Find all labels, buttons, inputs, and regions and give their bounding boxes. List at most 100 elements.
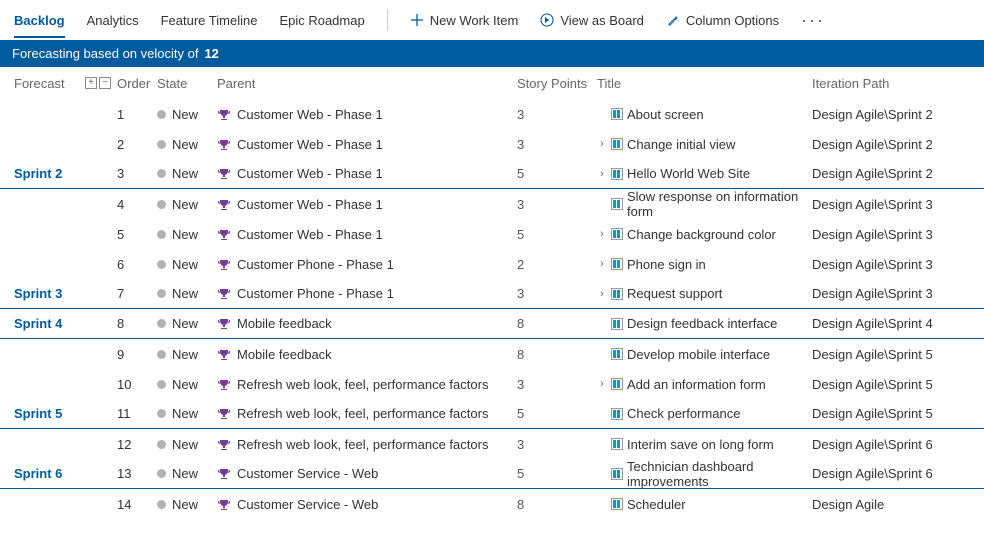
- parent-text: Mobile feedback: [237, 316, 332, 331]
- title-cell[interactable]: About screen: [597, 107, 812, 122]
- expand-chevron-icon[interactable]: ›: [597, 258, 607, 270]
- table-row[interactable]: 2 New Customer Web - Phase 1 3 › Change …: [0, 129, 984, 159]
- title-cell[interactable]: Interim save on long form: [597, 437, 812, 452]
- expand-chevron-icon[interactable]: ›: [597, 168, 607, 180]
- parent-cell[interactable]: Mobile feedback: [217, 347, 517, 362]
- state-cell: New: [157, 166, 217, 181]
- iteration-cell: Design Agile\Sprint 6: [812, 437, 984, 452]
- title-cell[interactable]: › Hello World Web Site: [597, 166, 812, 181]
- parent-cell[interactable]: Customer Web - Phase 1: [217, 197, 517, 212]
- expand-chevron-icon[interactable]: ›: [597, 228, 607, 240]
- state-text: New: [172, 406, 198, 421]
- col-header-title[interactable]: Title: [597, 76, 812, 91]
- tab-feature-timeline[interactable]: Feature Timeline: [161, 5, 258, 36]
- state-text: New: [172, 227, 198, 242]
- tab-analytics[interactable]: Analytics: [87, 5, 139, 36]
- parent-cell[interactable]: Mobile feedback: [217, 316, 517, 331]
- parent-cell[interactable]: Customer Web - Phase 1: [217, 137, 517, 152]
- parent-cell[interactable]: Customer Web - Phase 1: [217, 107, 517, 122]
- column-options-button[interactable]: Column Options: [666, 13, 779, 28]
- table-row[interactable]: 5 New Customer Web - Phase 1 5 › Change …: [0, 219, 984, 249]
- trophy-icon: [217, 378, 231, 391]
- table-row[interactable]: Sprint 5 11 New Refresh web look, feel, …: [0, 399, 984, 429]
- title-cell[interactable]: Check performance: [597, 406, 812, 421]
- parent-cell[interactable]: Refresh web look, feel, performance fact…: [217, 437, 517, 452]
- title-cell[interactable]: Technician dashboard improvements: [597, 459, 812, 489]
- new-work-item-button[interactable]: New Work Item: [410, 13, 519, 28]
- state-dot-icon: [157, 169, 166, 178]
- parent-cell[interactable]: Customer Phone - Phase 1: [217, 257, 517, 272]
- title-cell[interactable]: Design feedback interface: [597, 316, 812, 331]
- state-cell: New: [157, 406, 217, 421]
- user-story-icon: [611, 378, 623, 390]
- state-cell: New: [157, 257, 217, 272]
- state-dot-icon: [157, 260, 166, 269]
- parent-cell[interactable]: Refresh web look, feel, performance fact…: [217, 406, 517, 421]
- col-header-parent[interactable]: Parent: [217, 76, 517, 91]
- parent-cell[interactable]: Customer Web - Phase 1: [217, 227, 517, 242]
- view-as-board-button[interactable]: View as Board: [540, 13, 644, 28]
- order-cell: 5: [117, 227, 157, 242]
- tab-backlog[interactable]: Backlog: [14, 5, 65, 36]
- parent-cell[interactable]: Customer Service - Web: [217, 466, 517, 481]
- table-row[interactable]: Sprint 6 13 New Customer Service - Web 5…: [0, 459, 984, 489]
- rows-host: 1 New Customer Web - Phase 1 3 About scr…: [0, 99, 984, 519]
- trophy-icon: [217, 467, 231, 480]
- user-story-icon: [611, 288, 623, 300]
- table-row[interactable]: 9 New Mobile feedback 8 Develop mobile i…: [0, 339, 984, 369]
- title-cell[interactable]: › Request support: [597, 286, 812, 301]
- col-header-iteration[interactable]: Iteration Path: [812, 76, 984, 91]
- state-text: New: [172, 316, 198, 331]
- title-cell[interactable]: › Add an information form: [597, 377, 812, 392]
- parent-cell[interactable]: Refresh web look, feel, performance fact…: [217, 377, 517, 392]
- table-row[interactable]: 10 New Refresh web look, feel, performan…: [0, 369, 984, 399]
- iteration-cell: Design Agile\Sprint 6: [812, 466, 984, 481]
- table-row[interactable]: 1 New Customer Web - Phase 1 3 About scr…: [0, 99, 984, 129]
- expand-chevron-icon[interactable]: ›: [597, 288, 607, 300]
- title-cell[interactable]: › Change background color: [597, 227, 812, 242]
- expand-chevron-icon[interactable]: ›: [597, 138, 607, 150]
- table-row[interactable]: 14 New Customer Service - Web 8 Schedule…: [0, 489, 984, 519]
- plus-icon: [410, 13, 424, 27]
- col-header-forecast[interactable]: Forecast: [0, 76, 85, 91]
- table-row[interactable]: 12 New Refresh web look, feel, performan…: [0, 429, 984, 459]
- trophy-icon: [217, 348, 231, 361]
- title-cell[interactable]: Slow response on information form: [597, 189, 812, 219]
- column-header-row: Forecast + − Order State Parent Story Po…: [0, 67, 984, 99]
- table-row[interactable]: Sprint 2 3 New Customer Web - Phase 1 5 …: [0, 159, 984, 189]
- table-row[interactable]: Sprint 4 8 New Mobile feedback 8 Design …: [0, 309, 984, 339]
- user-story-icon: [611, 138, 623, 150]
- col-header-order[interactable]: Order: [117, 76, 157, 91]
- iteration-cell: Design Agile\Sprint 5: [812, 377, 984, 392]
- title-cell[interactable]: › Phone sign in: [597, 257, 812, 272]
- tab-epic-roadmap[interactable]: Epic Roadmap: [279, 5, 364, 36]
- expand-all-button[interactable]: +: [85, 77, 97, 89]
- table-row[interactable]: Sprint 3 7 New Customer Phone - Phase 1 …: [0, 279, 984, 309]
- order-cell: 6: [117, 257, 157, 272]
- story-points-cell: 3: [517, 107, 597, 122]
- more-actions-button[interactable]: ···: [801, 10, 825, 31]
- order-cell: 1: [117, 107, 157, 122]
- title-cell[interactable]: › Change initial view: [597, 137, 812, 152]
- parent-cell[interactable]: Customer Phone - Phase 1: [217, 286, 517, 301]
- parent-text: Refresh web look, feel, performance fact…: [237, 406, 488, 421]
- collapse-all-button[interactable]: −: [99, 77, 111, 89]
- story-points-cell: 5: [517, 227, 597, 242]
- backlog-grid: Forecast + − Order State Parent Story Po…: [0, 67, 984, 519]
- col-header-story-points[interactable]: Story Points: [517, 76, 597, 91]
- state-cell: New: [157, 286, 217, 301]
- iteration-cell: Design Agile: [812, 497, 984, 512]
- expand-chevron-icon[interactable]: ›: [597, 378, 607, 390]
- parent-cell[interactable]: Customer Service - Web: [217, 497, 517, 512]
- order-cell: 12: [117, 437, 157, 452]
- state-dot-icon: [157, 409, 166, 418]
- table-row[interactable]: 4 New Customer Web - Phase 1 3 Slow resp…: [0, 189, 984, 219]
- state-text: New: [172, 197, 198, 212]
- state-text: New: [172, 347, 198, 362]
- table-row[interactable]: 6 New Customer Phone - Phase 1 2 › Phone…: [0, 249, 984, 279]
- title-cell[interactable]: Scheduler: [597, 497, 812, 512]
- title-cell[interactable]: Develop mobile interface: [597, 347, 812, 362]
- order-cell: 9: [117, 347, 157, 362]
- col-header-state[interactable]: State: [157, 76, 217, 91]
- parent-cell[interactable]: Customer Web - Phase 1: [217, 166, 517, 181]
